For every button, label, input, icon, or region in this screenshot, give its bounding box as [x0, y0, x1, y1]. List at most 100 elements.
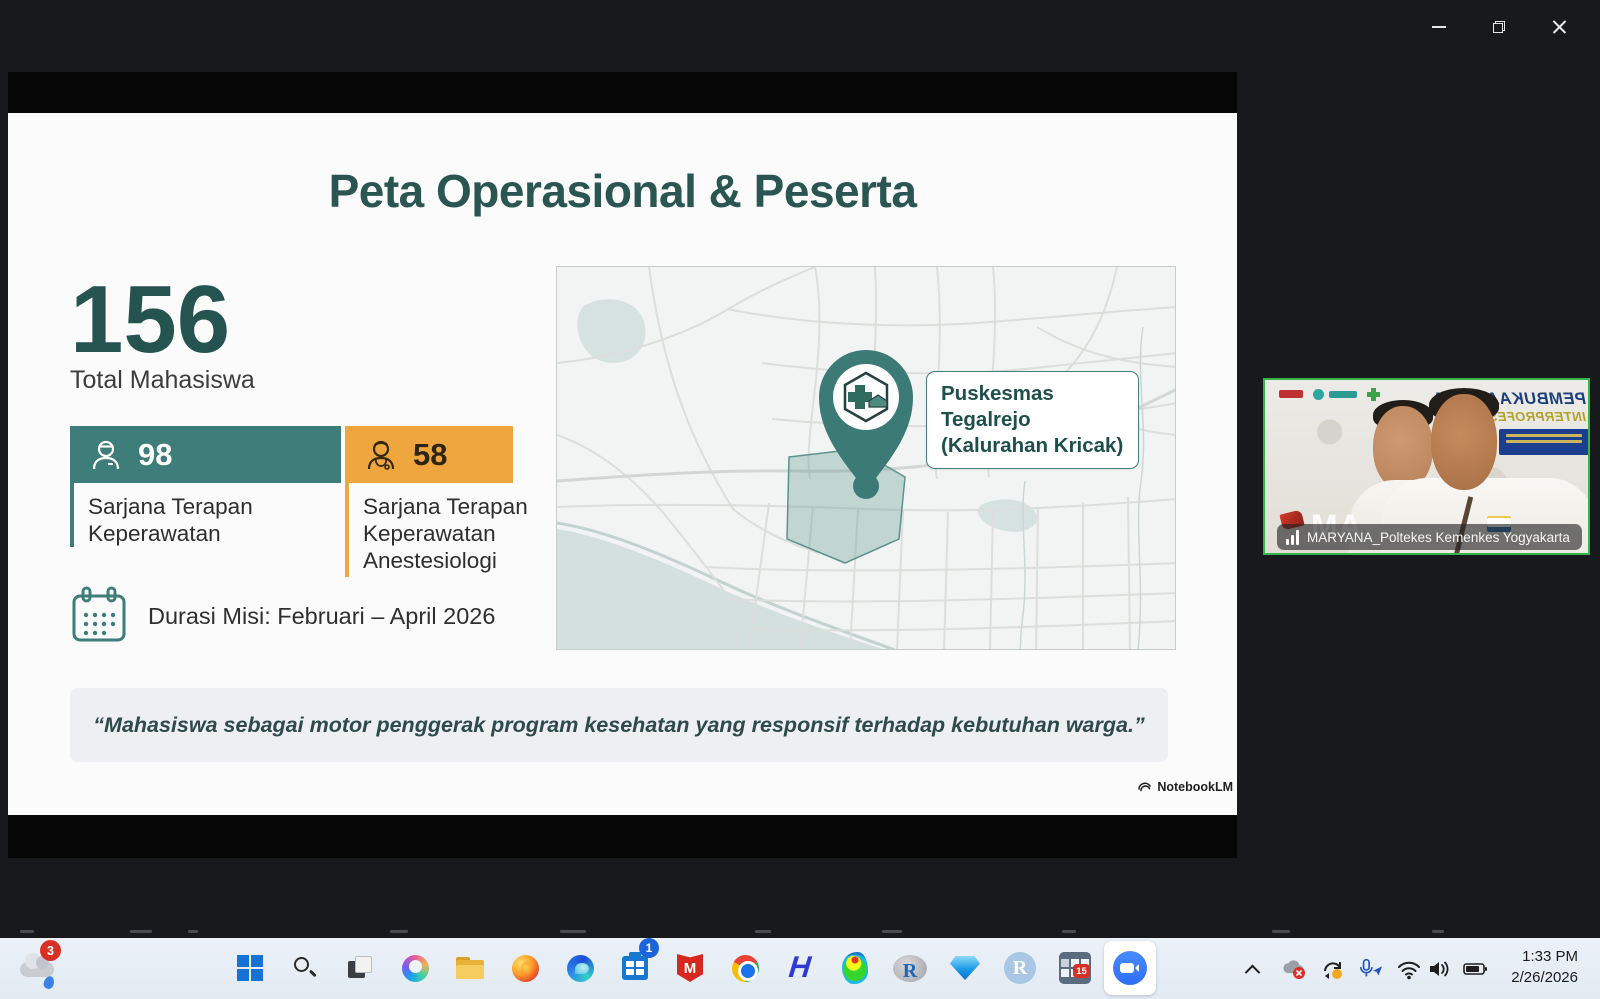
store-badge: 1 [639, 938, 659, 958]
banner-logo-teal-dot [1313, 389, 1324, 400]
battery-button[interactable] [1462, 956, 1488, 982]
stat-label-line: Sarjana Terapan [363, 493, 528, 520]
notebooklm-brand: NotebookLM [1137, 779, 1233, 794]
firefox-button[interactable] [501, 944, 549, 992]
minimize-icon [1432, 26, 1446, 28]
desktop-screen: Peta Operasional & Peserta 156 Total Mah… [0, 0, 1600, 999]
slide-letterbox-bottom [8, 815, 1237, 858]
volume-button[interactable] [1426, 956, 1452, 982]
wifi-button[interactable] [1396, 956, 1422, 982]
person-head [1431, 394, 1497, 490]
duration-label: Durasi Misi: Februari – April 2026 [148, 603, 495, 630]
microsoft-store-button[interactable]: 1 [611, 944, 659, 992]
notebooklm-icon [1137, 779, 1152, 794]
stat-label-anesthesiology: Sarjana Terapan Keperawatan Anestesiolog… [345, 483, 528, 577]
close-button[interactable] [1546, 14, 1572, 40]
clock-date: 2/26/2026 [1511, 967, 1578, 988]
start-button[interactable] [226, 944, 274, 992]
hidden-toolbar-remnant [20, 930, 34, 933]
r-letter: R [903, 960, 917, 983]
gis-app-icon [842, 952, 868, 984]
hidden-toolbar-remnant [130, 930, 152, 933]
map-pin-label-line2: (Kalurahan Kricak) [941, 433, 1124, 459]
h-app-icon: H [787, 951, 812, 985]
taskbar-clock[interactable]: 1:33 PM 2/26/2026 [1511, 946, 1578, 988]
widgets-notification-badge: 3 [40, 940, 61, 961]
task-view-button[interactable] [336, 944, 384, 992]
r-blue-app-button[interactable]: R [996, 944, 1044, 992]
h-app-button[interactable]: H [776, 944, 824, 992]
nurse-icon [88, 437, 124, 473]
chrome-button[interactable] [721, 944, 769, 992]
weather-cloud-icon [20, 962, 54, 977]
edge-icon [567, 955, 594, 982]
hidden-toolbar-remnant [1062, 930, 1076, 933]
map-pin-label: Puskesmas Tegalrejo (Kalurahan Kricak) [926, 371, 1139, 469]
total-students-value: 156 [70, 272, 230, 368]
r-gray-app-button[interactable]: R [886, 944, 934, 992]
diamond-app-button[interactable] [941, 944, 989, 992]
banner-logo-red [1279, 390, 1303, 398]
search-button[interactable] [281, 944, 329, 992]
tray-chevron-button[interactable] [1239, 956, 1265, 982]
file-explorer-button[interactable] [446, 944, 494, 992]
firefox-icon [512, 955, 539, 982]
r-letter: R [1013, 957, 1027, 980]
calendar-icon [70, 586, 128, 646]
gis-app-button[interactable] [831, 944, 879, 992]
slide-title: Peta Operasional & Peserta [8, 164, 1237, 218]
hidden-toolbar-remnant [390, 930, 408, 933]
chrome-icon [732, 955, 759, 982]
shared-screen-slide: Peta Operasional & Peserta 156 Total Mah… [8, 72, 1237, 858]
hidden-toolbar-remnant [1272, 930, 1290, 933]
mic-location-button[interactable] [1358, 956, 1384, 982]
window-controls [1426, 14, 1572, 40]
hidden-toolbar-remnant [882, 930, 902, 933]
edge-button[interactable] [556, 944, 604, 992]
mic-location-icon [1358, 957, 1384, 981]
stat-card-anesthesiology-header: 58 [345, 426, 513, 483]
volume-icon [1427, 958, 1451, 980]
battery-icon [1462, 958, 1488, 980]
wifi-icon [1396, 958, 1422, 980]
copilot-button[interactable] [391, 944, 439, 992]
sync-icon [1320, 957, 1346, 981]
weather-rain-icon [42, 975, 56, 990]
hidden-toolbar-remnant [1432, 930, 1444, 933]
highlighted-district [787, 449, 905, 563]
zoom-icon [1113, 951, 1147, 985]
grid-app-button[interactable]: 15 [1051, 944, 1099, 992]
sync-button[interactable] [1320, 956, 1346, 982]
banner-info-box [1499, 429, 1589, 455]
tray-chevron-icon [1244, 964, 1260, 980]
grid-app-badge: 15 [1073, 964, 1090, 978]
mcafee-letter: M [684, 960, 697, 977]
stat-label-line: Anestesiologi [363, 547, 528, 574]
duration-row: Durasi Misi: Februari – April 2026 [70, 586, 495, 646]
banner-logo-teal [1329, 391, 1357, 398]
search-icon [292, 955, 318, 981]
doctor-icon [363, 437, 399, 473]
onedrive-button[interactable] [1281, 956, 1307, 982]
operational-map: Puskesmas Tegalrejo (Kalurahan Kricak) [556, 266, 1176, 650]
onedrive-error-icon [1281, 957, 1307, 981]
notebooklm-label: NotebookLM [1157, 780, 1233, 794]
taskbar: 3 1 M H [0, 938, 1600, 999]
minimize-button[interactable] [1426, 14, 1452, 40]
restore-button[interactable] [1486, 14, 1512, 40]
close-icon [1552, 20, 1567, 35]
widgets-weather-button[interactable]: 3 [14, 942, 70, 994]
zoom-app-button[interactable] [1104, 941, 1156, 995]
total-students-label: Total Mahasiswa [70, 366, 255, 395]
map-pin-label-line1: Puskesmas Tegalrejo [941, 381, 1124, 433]
stat-label-nursing: Sarjana Terapan Keperawatan [70, 483, 253, 547]
quote-text: “Mahasiswa sebagai motor penggerak progr… [93, 713, 1144, 738]
restore-icon [1493, 21, 1505, 33]
stat-label-line: Keperawatan [88, 520, 253, 547]
diamond-app-icon [950, 956, 980, 980]
window-titlebar [0, 0, 1600, 56]
participant-video-tile[interactable]: PEMBUKAAN PRA INTERPROFESSION MA MARYANA… [1263, 378, 1590, 555]
mcafee-button[interactable]: M [666, 944, 714, 992]
file-explorer-icon [456, 957, 484, 979]
stat-label-line: Keperawatan [363, 520, 528, 547]
